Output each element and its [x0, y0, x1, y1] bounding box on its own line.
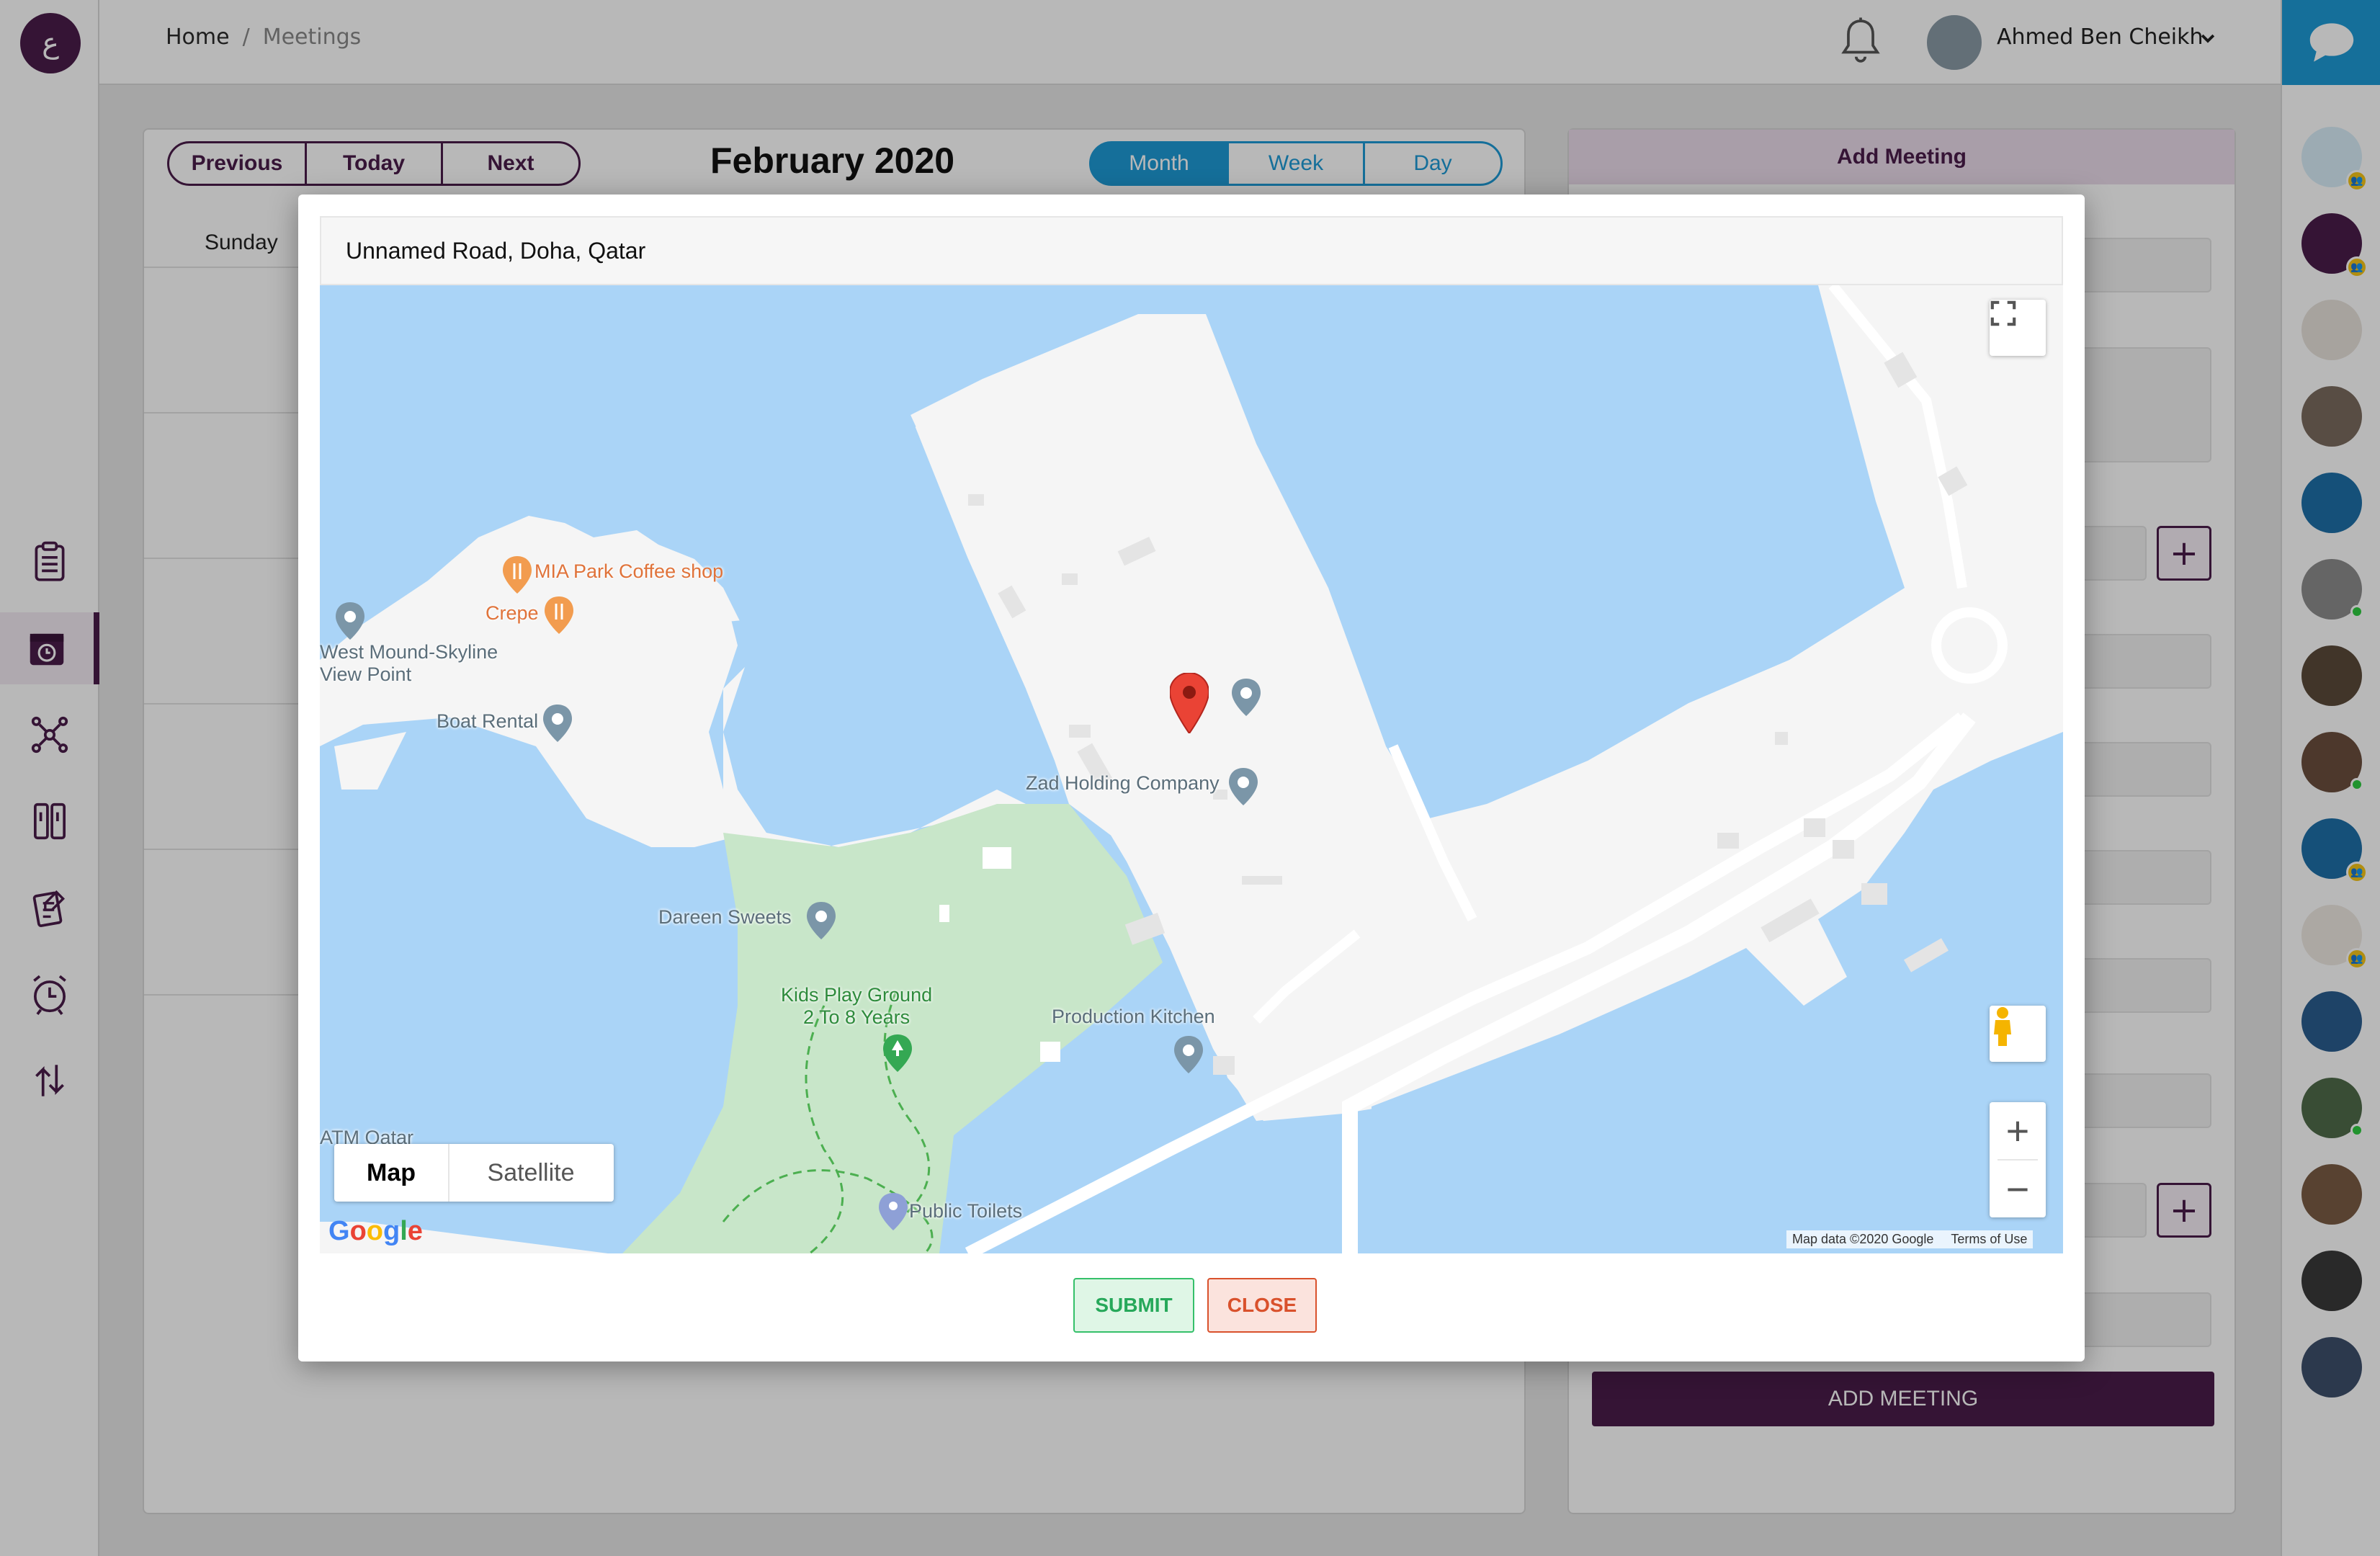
poi-label-boat-rental[interactable]: Boat Rental: [437, 710, 538, 733]
poi-label-production-kitchen[interactable]: Production Kitchen: [1052, 1006, 1215, 1028]
address-input[interactable]: Unnamed Road, Doha, Qatar: [320, 216, 2063, 285]
map-type-map-button[interactable]: Map: [334, 1144, 449, 1202]
poi-label-west-mound[interactable]: West Mound-Skyline View Point: [320, 641, 498, 686]
poi-label-line: View Point: [320, 663, 412, 685]
poi-label-line: West Mound-Skyline: [320, 641, 498, 663]
poi-label-dareen-sweets[interactable]: Dareen Sweets: [658, 906, 792, 929]
poi-label-line: Kids Play Ground: [781, 984, 933, 1006]
poi-label-mia-coffee[interactable]: MIA Park Coffee shop: [534, 560, 723, 583]
close-button[interactable]: CLOSE: [1207, 1278, 1317, 1333]
zoom-in-button[interactable]: +: [1990, 1102, 2046, 1159]
terms-of-use-link[interactable]: Terms of Use: [1951, 1232, 2027, 1247]
map-canvas[interactable]: [320, 285, 2063, 1253]
google-logo: Google: [328, 1216, 423, 1246]
poi-label-line: 2 To 8 Years: [802, 1006, 911, 1028]
poi-label-crepe[interactable]: Crepe: [486, 602, 539, 625]
map-type-toggle: Map Satellite: [334, 1144, 614, 1202]
map-attribution: Map data ©2020 Google Terms of Use: [1786, 1230, 2034, 1248]
fullscreen-icon: [1990, 300, 2016, 326]
map-type-satellite-button[interactable]: Satellite: [449, 1144, 612, 1202]
poi-label-public-toilets[interactable]: Public Toilets: [909, 1200, 1022, 1222]
submit-button[interactable]: SUBMIT: [1073, 1278, 1194, 1333]
zoom-controls: + −: [1990, 1102, 2046, 1217]
location-picker-modal: Unnamed Road, Doha, Qatar MIA Park Coffe…: [298, 194, 2085, 1362]
map-data-credit: Map data ©2020 Google: [1792, 1232, 1934, 1246]
poi-label-zad-holding[interactable]: Zad Holding Company: [1026, 772, 1220, 795]
fullscreen-button[interactable]: [1990, 300, 2046, 356]
poi-label-kids-playground[interactable]: Kids Play Ground 2 To 8 Years: [781, 984, 932, 1029]
street-view-pegman-button[interactable]: [1990, 1006, 2046, 1062]
pegman-icon: [1994, 1007, 2011, 1046]
zoom-out-button[interactable]: −: [1990, 1161, 2046, 1217]
map-view[interactable]: MIA Park Coffee shop Crepe West Mound-Sk…: [320, 285, 2063, 1253]
